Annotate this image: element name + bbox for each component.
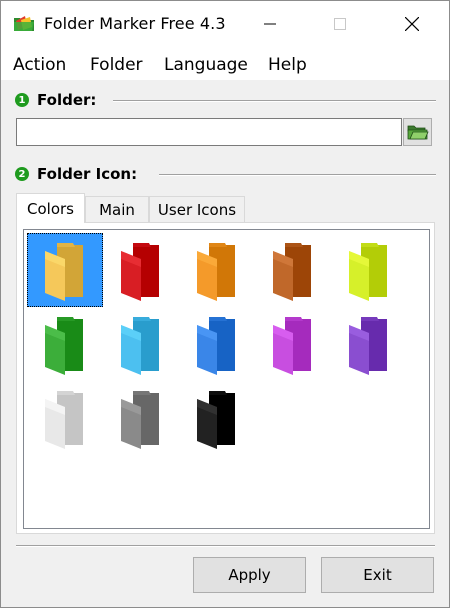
icon-section-label: 2 Folder Icon:: [15, 165, 137, 183]
default-folder-icon: [45, 243, 83, 301]
folder-icon-gray[interactable]: [103, 381, 179, 455]
tab-main[interactable]: Main: [85, 196, 149, 223]
tab-user-icons[interactable]: User Icons: [149, 196, 245, 223]
folder-icon-orange[interactable]: [179, 233, 255, 307]
folder-icon-purple[interactable]: [331, 307, 407, 381]
folder-icon-default[interactable]: [27, 233, 103, 307]
minimize-icon: [264, 23, 276, 25]
app-icon: [14, 16, 34, 31]
apply-button[interactable]: Apply: [193, 557, 306, 593]
orange-folder-icon: [197, 243, 235, 301]
folder-icon-green[interactable]: [27, 307, 103, 381]
window-title: Folder Marker Free 4.3: [44, 14, 226, 33]
step-2-badge: 2: [15, 167, 29, 181]
pink-folder-icon: [273, 317, 311, 375]
close-icon: [405, 17, 419, 31]
step-1-badge: 1: [15, 93, 29, 107]
folder-label: Folder:: [37, 91, 97, 109]
menu-bar: Action Folder Language Help: [1, 47, 449, 81]
black-folder-icon: [197, 391, 235, 449]
folder-icon-pink[interactable]: [255, 307, 331, 381]
blue-folder-icon: [197, 317, 235, 375]
maximize-button[interactable]: [311, 1, 369, 47]
folder-icon-list[interactable]: [23, 229, 430, 529]
folder-section-divider: [113, 100, 436, 102]
icon-section-divider: [159, 174, 436, 176]
bottom-divider: [16, 545, 435, 547]
folder-path-input[interactable]: [16, 118, 402, 146]
gray-folder-icon: [121, 391, 159, 449]
folder-icon-blue[interactable]: [179, 307, 255, 381]
folder-icon-brown[interactable]: [255, 233, 331, 307]
folder-icon-light-blue[interactable]: [103, 307, 179, 381]
browse-folder-button[interactable]: [403, 118, 432, 146]
title-bar[interactable]: Folder Marker Free 4.3: [1, 1, 449, 47]
menu-language[interactable]: Language: [164, 55, 248, 75]
red-folder-icon: [121, 243, 159, 301]
folder-icon-black[interactable]: [179, 381, 255, 455]
tab-colors[interactable]: Colors: [16, 193, 85, 223]
white-folder-icon: [45, 391, 83, 449]
light-blue-folder-icon: [121, 317, 159, 375]
folder-icon-white[interactable]: [27, 381, 103, 455]
maximize-icon: [334, 18, 346, 30]
folder-icon-yellow-green[interactable]: [331, 233, 407, 307]
menu-action[interactable]: Action: [13, 55, 66, 75]
menu-help[interactable]: Help: [268, 55, 307, 75]
yellow-green-folder-icon: [349, 243, 387, 301]
folder-icon-label: Folder Icon:: [37, 165, 138, 183]
folder-section-label: 1 Folder:: [15, 91, 96, 109]
exit-button[interactable]: Exit: [321, 557, 434, 593]
open-folder-icon: [407, 125, 429, 140]
purple-folder-icon: [349, 317, 387, 375]
close-button[interactable]: [383, 1, 441, 47]
menu-folder[interactable]: Folder: [90, 55, 143, 75]
main-window: Folder Marker Free 4.3 Action Folder Lan…: [0, 0, 450, 608]
folder-icon-red[interactable]: [103, 233, 179, 307]
colors-tab-panel: [16, 222, 435, 534]
brown-folder-icon: [273, 243, 311, 301]
green-folder-icon: [45, 317, 83, 375]
minimize-button[interactable]: [241, 1, 299, 47]
